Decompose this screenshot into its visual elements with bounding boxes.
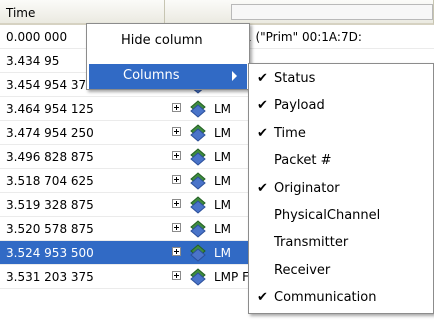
transaction-icon [188,195,208,215]
submenu-item-receiver[interactable]: Receiver [251,259,431,283]
menu-item-columns[interactable]: Columns [89,64,247,89]
checkmark-icon: ✔ [257,125,268,141]
time-cell: 3.454 954 375 [6,78,94,92]
submenu-item-label: Packet # [274,153,332,169]
checkmark-icon: ✔ [257,71,268,86]
submenu-item-label: PhysicalChannel [274,208,381,223]
submenu-item-payload[interactable]: ✔ Payload [251,94,431,118]
transaction-icon [188,99,208,119]
submenu-item-label: Communication [274,290,377,306]
column-context-menu: Hide column Columns [86,23,250,90]
expand-icon[interactable] [172,151,181,160]
column-header-filter-box[interactable] [231,4,433,20]
transaction-icon [188,243,208,263]
submenu-item-communication[interactable]: ✔ Communication [251,286,431,310]
checkmark-icon: ✔ [257,290,268,306]
transaction-icon [188,267,208,287]
transaction-icon [188,123,208,143]
expand-icon[interactable] [172,175,181,184]
submenu-arrow-icon [232,71,237,81]
time-cell: 3.518 704 625 [6,174,94,188]
column-header-time[interactable]: Time [0,0,165,25]
time-cell: 3.520 578 875 [6,222,94,236]
checkmark-icon: ✔ [257,98,268,114]
time-cell: 3.531 203 375 [6,270,94,284]
submenu-item-label: Transmitter [274,235,349,251]
transaction-icon [188,219,208,239]
expand-icon[interactable] [172,103,181,112]
column-header-item[interactable] [165,0,434,25]
item-cell: LM [214,246,232,260]
item-cell: LM [214,126,232,140]
submenu-item-transmitter[interactable]: Transmitter [251,231,431,255]
transaction-icon [188,171,208,191]
expand-icon[interactable] [172,127,181,136]
submenu-item-physicalchannel[interactable]: PhysicalChannel [251,204,431,228]
transaction-icon [188,147,208,167]
item-cell: LM [214,222,232,236]
columns-submenu: ✔ Status ✔ Payload ✔ Time Packet # ✔ Originator P… [248,63,434,314]
item-cell: LM [214,102,232,116]
submenu-item-status[interactable]: ✔ Status [251,67,431,91]
time-cell: 3.496 828 875 [6,150,94,164]
submenu-item-label: Time [274,125,306,141]
time-cell: 0.000 000 [6,30,68,44]
submenu-item-label: Status [274,71,316,86]
submenu-item-time[interactable]: ✔ Time [251,122,431,146]
item-cell: LM [214,150,232,164]
submenu-item-label: Originator [274,180,340,196]
menu-item-columns-label: Columns [123,68,180,83]
time-cell: 3.474 954 250 [6,126,94,140]
time-cell: 3.434 95 [6,54,60,68]
expand-icon[interactable] [172,271,181,280]
expand-icon[interactable] [172,199,181,208]
time-cell: 3.524 953 500 [6,246,94,260]
submenu-item-label: Receiver [274,262,331,278]
menu-item-hide-column-label: Hide column [121,33,203,48]
item-cell: LM [214,174,232,188]
item-cell: LM [214,198,232,212]
expand-icon[interactable] [172,223,181,232]
time-cell: 3.464 954 125 [6,102,94,116]
submenu-item-packet[interactable]: Packet # [251,149,431,173]
menu-item-hide-column[interactable]: Hide column [89,30,247,55]
submenu-item-originator[interactable]: ✔ Originator [251,177,431,201]
submenu-item-label: Payload [274,98,325,114]
column-header-time-label: Time [6,6,36,20]
checkmark-icon: ✔ [257,180,268,196]
expand-icon[interactable] [172,247,181,256]
time-cell: 3.519 328 875 [6,198,94,212]
